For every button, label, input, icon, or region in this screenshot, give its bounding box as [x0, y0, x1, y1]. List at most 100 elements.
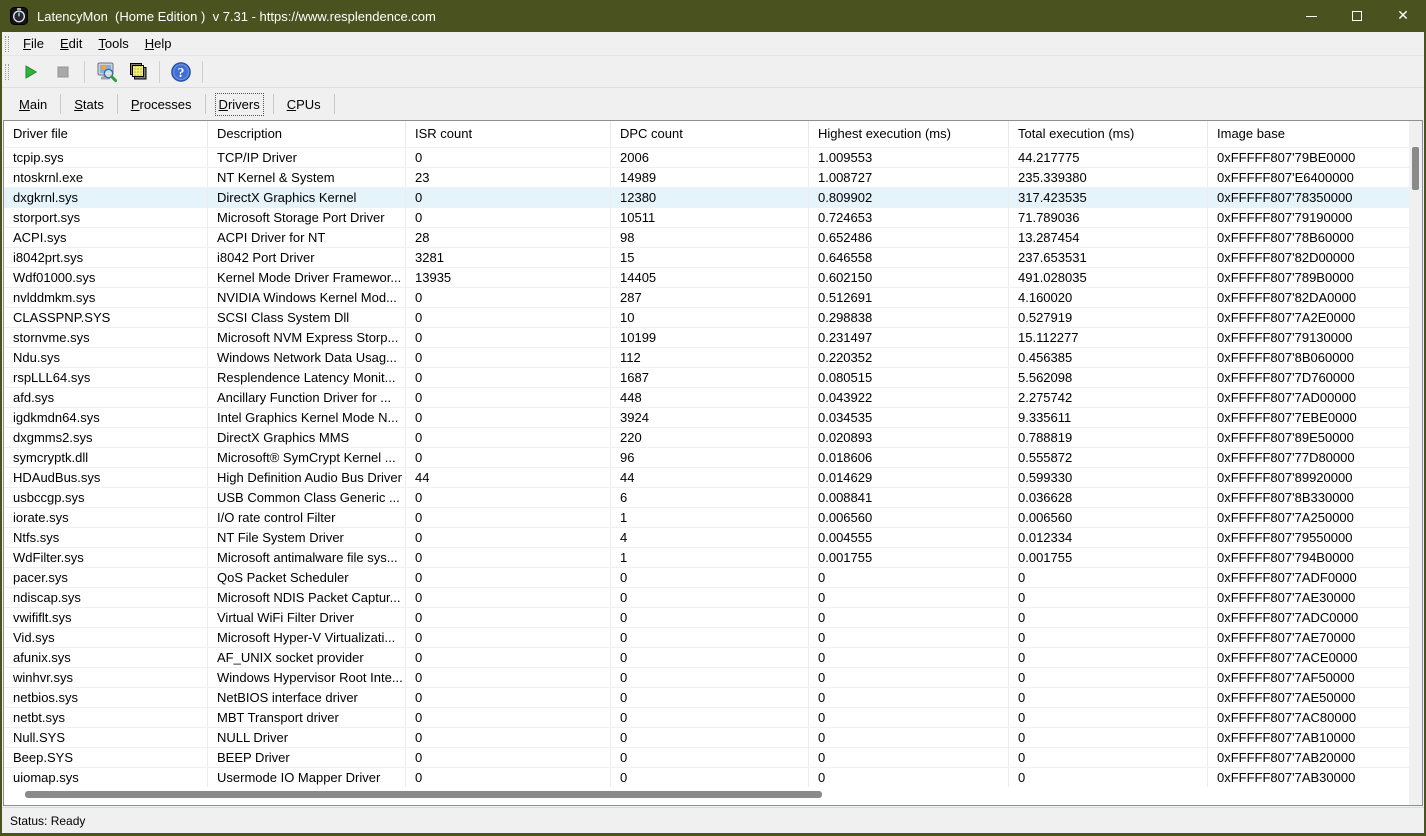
- app-icon[interactable]: [10, 7, 28, 25]
- table-row[interactable]: igdkmdn64.sysIntel Graphics Kernel Mode …: [4, 407, 1422, 427]
- menu-help[interactable]: Help: [137, 33, 180, 55]
- table-row[interactable]: tcpip.sysTCP/IP Driver020061.00955344.21…: [4, 147, 1422, 167]
- table-row[interactable]: winhvr.sysWindows Hypervisor Root Inte..…: [4, 667, 1422, 687]
- table-row[interactable]: netbios.sysNetBIOS interface driver00000…: [4, 687, 1422, 707]
- tab-stats[interactable]: Stats: [61, 93, 117, 116]
- table-cell: Windows Network Data Usag...: [208, 348, 406, 367]
- table-cell: QoS Packet Scheduler: [208, 568, 406, 587]
- table-cell: 0: [611, 588, 809, 607]
- table-cell: 98: [611, 228, 809, 247]
- table-row[interactable]: usbccgp.sysUSB Common Class Generic ...0…: [4, 487, 1422, 507]
- header-image-base[interactable]: Image base: [1208, 121, 1422, 147]
- table-row[interactable]: HDAudBus.sysHigh Definition Audio Bus Dr…: [4, 467, 1422, 487]
- table-cell: 0: [1009, 728, 1208, 747]
- table-cell: 10199: [611, 328, 809, 347]
- tab-processes[interactable]: Processes: [118, 93, 205, 116]
- header-driver-file[interactable]: Driver file: [4, 121, 208, 147]
- header-highest-execution-ms[interactable]: Highest execution (ms): [809, 121, 1009, 147]
- table-row[interactable]: ntoskrnl.exeNT Kernel & System23149891.0…: [4, 167, 1422, 187]
- table-cell: 0: [809, 588, 1009, 607]
- table-cell: 0: [611, 748, 809, 767]
- table-row[interactable]: pacer.sysQoS Packet Scheduler00000xFFFFF…: [4, 567, 1422, 587]
- table-cell: Ancillary Function Driver for ...: [208, 388, 406, 407]
- table-cell: ACPI Driver for NT: [208, 228, 406, 247]
- window-controls: ✕: [1288, 0, 1426, 32]
- tab-cpus[interactable]: CPUs: [274, 93, 334, 116]
- table-row[interactable]: storport.sysMicrosoft Storage Port Drive…: [4, 207, 1422, 227]
- table-cell: 0xFFFFF807'7ACE0000: [1208, 648, 1422, 667]
- table-cell: 4: [611, 528, 809, 547]
- vertical-scrollbar[interactable]: [1409, 121, 1422, 805]
- table-row[interactable]: ndiscap.sysMicrosoft NDIS Packet Captur.…: [4, 587, 1422, 607]
- table-row[interactable]: dxgmms2.sysDirectX Graphics MMS02200.020…: [4, 427, 1422, 447]
- table-cell: 0: [406, 568, 611, 587]
- vertical-scrollbar-thumb[interactable]: [1412, 147, 1419, 190]
- table-row[interactable]: symcryptk.dllMicrosoft® SymCrypt Kernel …: [4, 447, 1422, 467]
- table-row[interactable]: netbt.sysMBT Transport driver00000xFFFFF…: [4, 707, 1422, 727]
- menu-file[interactable]: File: [15, 33, 52, 55]
- header-description[interactable]: Description: [208, 121, 406, 147]
- horizontal-scrollbar-thumb[interactable]: [25, 791, 822, 798]
- maximize-button[interactable]: [1334, 0, 1380, 32]
- table-row[interactable]: Ntfs.sysNT File System Driver040.0045550…: [4, 527, 1422, 547]
- table-cell: 317.423535: [1009, 188, 1208, 207]
- table-cell: i8042 Port Driver: [208, 248, 406, 267]
- table-row[interactable]: CLASSPNP.SYSSCSI Class System Dll0100.29…: [4, 307, 1422, 327]
- table-row[interactable]: WdFilter.sysMicrosoft antimalware file s…: [4, 547, 1422, 567]
- table-cell: 0.788819: [1009, 428, 1208, 447]
- table-cell: winhvr.sys: [4, 668, 208, 687]
- close-button[interactable]: ✕: [1380, 0, 1426, 32]
- table-cell: uiomap.sys: [4, 768, 208, 787]
- table-row[interactable]: afd.sysAncillary Function Driver for ...…: [4, 387, 1422, 407]
- table-row[interactable]: uiomap.sysUsermode IO Mapper Driver00000…: [4, 767, 1422, 787]
- header-isr-count[interactable]: ISR count: [406, 121, 611, 147]
- table-cell: NVIDIA Windows Kernel Mod...: [208, 288, 406, 307]
- menu-edit[interactable]: Edit: [52, 33, 90, 55]
- table-row[interactable]: iorate.sysI/O rate control Filter010.006…: [4, 507, 1422, 527]
- stop-monitor-button[interactable]: [49, 59, 77, 85]
- table-cell: 0.001755: [1009, 548, 1208, 567]
- table-row[interactable]: afunix.sysAF_UNIX socket provider00000xF…: [4, 647, 1422, 667]
- table-cell: 0: [809, 628, 1009, 647]
- processes-window-button[interactable]: [124, 59, 152, 85]
- table-body: tcpip.sysTCP/IP Driver020061.00955344.21…: [4, 147, 1422, 787]
- tab-drivers[interactable]: Drivers: [206, 93, 273, 116]
- table-row[interactable]: vwififlt.sysVirtual WiFi Filter Driver00…: [4, 607, 1422, 627]
- table-row[interactable]: Vid.sysMicrosoft Hyper-V Virtualizati...…: [4, 627, 1422, 647]
- table-row[interactable]: i8042prt.sysi8042 Port Driver3281150.646…: [4, 247, 1422, 267]
- menu-tools[interactable]: Tools: [90, 33, 136, 55]
- toolbar-gripper[interactable]: [5, 64, 9, 80]
- toolbar-separator: [84, 61, 85, 83]
- table-cell: 0: [611, 708, 809, 727]
- header-total-execution-ms[interactable]: Total execution (ms): [1009, 121, 1208, 147]
- header-dpc-count[interactable]: DPC count: [611, 121, 809, 147]
- table-cell: 0: [611, 608, 809, 627]
- table-cell: 23: [406, 168, 611, 187]
- table-cell: 0.456385: [1009, 348, 1208, 367]
- help-button[interactable]: ?: [167, 59, 195, 85]
- table-cell: 0: [1009, 628, 1208, 647]
- table-cell: 0: [406, 328, 611, 347]
- table-row[interactable]: rspLLL64.sysResplendence Latency Monit..…: [4, 367, 1422, 387]
- tab-main[interactable]: Main: [6, 93, 60, 116]
- table-cell: HDAudBus.sys: [4, 468, 208, 487]
- table-cell: 0.724653: [809, 208, 1009, 227]
- table-row[interactable]: Ndu.sysWindows Network Data Usag...01120…: [4, 347, 1422, 367]
- start-monitor-button[interactable]: [17, 59, 45, 85]
- table-cell: 0xFFFFF807'E6400000: [1208, 168, 1422, 187]
- table-row[interactable]: Null.SYSNULL Driver00000xFFFFF807'7AB100…: [4, 727, 1422, 747]
- table-row[interactable]: dxgkrnl.sysDirectX Graphics Kernel012380…: [4, 187, 1422, 207]
- minimize-button[interactable]: [1288, 0, 1334, 32]
- menubar-gripper[interactable]: [5, 36, 9, 52]
- stop-icon: [55, 64, 71, 80]
- table-row[interactable]: Wdf01000.sysKernel Mode Driver Framewor.…: [4, 267, 1422, 287]
- table-row[interactable]: Beep.SYSBEEP Driver00000xFFFFF807'7AB200…: [4, 747, 1422, 767]
- table-cell: Intel Graphics Kernel Mode N...: [208, 408, 406, 427]
- table-cell: 0: [809, 768, 1009, 787]
- table-cell: 0: [406, 668, 611, 687]
- table-cell: 448: [611, 388, 809, 407]
- analyze-button[interactable]: [92, 59, 120, 85]
- table-row[interactable]: nvlddmkm.sysNVIDIA Windows Kernel Mod...…: [4, 287, 1422, 307]
- table-row[interactable]: ACPI.sysACPI Driver for NT28980.65248613…: [4, 227, 1422, 247]
- table-row[interactable]: stornvme.sysMicrosoft NVM Express Storp.…: [4, 327, 1422, 347]
